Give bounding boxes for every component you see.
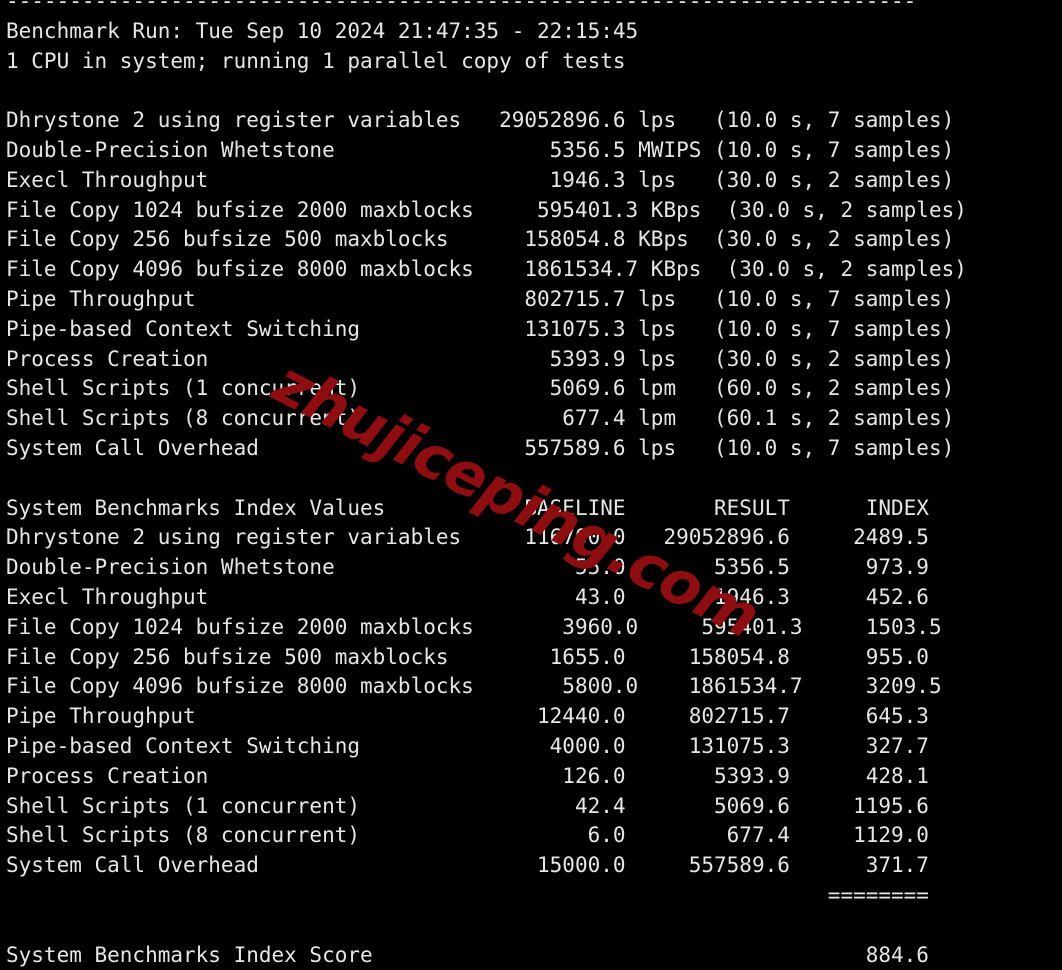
terminal-output-text: ----------------------------------------… xyxy=(6,0,967,967)
terminal-window[interactable]: ----------------------------------------… xyxy=(0,0,1062,967)
